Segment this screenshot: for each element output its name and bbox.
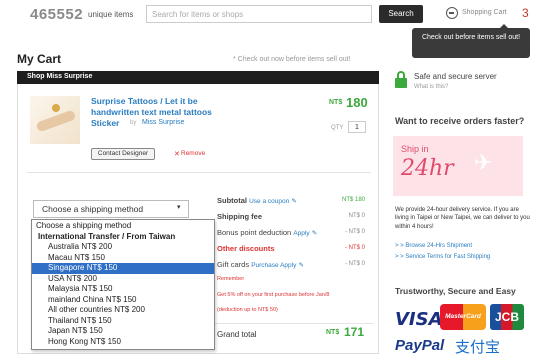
- jcb-logo: JCB: [490, 304, 524, 330]
- cart-icon[interactable]: [446, 7, 458, 19]
- bonus-apply-link[interactable]: Apply: [293, 230, 309, 237]
- shopping-cart-link[interactable]: Shopping Cart: [462, 9, 507, 16]
- mastercard-logo: MasterCard: [440, 304, 486, 330]
- gift-card-link[interactable]: Purchase Apply: [251, 262, 296, 269]
- shipping-method-select[interactable]: Choose a shipping method: [33, 200, 189, 218]
- search-button[interactable]: Search: [379, 5, 423, 23]
- product-thumbnail-detail: [52, 104, 60, 112]
- shipping-fee-value: NT$ 0: [348, 213, 365, 219]
- fast-shipping-terms-link[interactable]: > > Service Terms for Fast Shipping: [395, 254, 490, 260]
- shipping-fee-label: Shipping fee: [217, 212, 262, 221]
- shop-name-link[interactable]: Miss Surprise: [142, 119, 184, 126]
- shop-header-bar[interactable]: Shop Miss Surprise: [17, 71, 379, 84]
- remove-icon[interactable]: ✕: [174, 150, 180, 158]
- divider: [27, 172, 371, 173]
- promo-deduction: (deduction up to NT$ 50): [217, 307, 278, 313]
- gift-cards-label: Gift cards: [217, 260, 250, 269]
- dropdown-option[interactable]: All other countries NT$ 200: [32, 305, 214, 316]
- faster-orders-heading: Want to receive orders faster?: [395, 116, 525, 126]
- page-title: My Cart: [17, 52, 62, 66]
- by-label: by: [130, 120, 137, 126]
- remove-link[interactable]: Remove: [181, 150, 205, 157]
- dropdown-option[interactable]: Thailand NT$ 150: [32, 316, 214, 327]
- contact-designer-button[interactable]: Contact Designer: [91, 148, 155, 160]
- quantity-input[interactable]: 1: [348, 121, 366, 133]
- subtotal-value: NT$ 180: [341, 197, 365, 203]
- promo-first-purchase: Get 5% off on your first purchase before…: [217, 292, 330, 298]
- grand-total-value: 171: [344, 325, 365, 339]
- dropdown-option[interactable]: Malaysia NT$ 150: [32, 284, 214, 295]
- pencil-icon[interactable]: ✎: [312, 230, 317, 237]
- pencil-icon[interactable]: ✎: [298, 262, 303, 269]
- grand-total-label: Grand total: [217, 330, 257, 339]
- subtotal-row: Subtotal Use a coupon ✎: [217, 196, 297, 205]
- item-price: 180: [346, 95, 368, 110]
- banner-ship-in: Ship in: [401, 144, 429, 154]
- divider: [214, 323, 374, 324]
- dropdown-option[interactable]: Australia NT$ 200: [32, 242, 214, 253]
- qty-label: QTY: [331, 125, 344, 131]
- checkout-tooltip: Check out before items sell out!: [412, 24, 530, 58]
- paypal-logo: PayPal: [395, 337, 445, 354]
- lock-icon: [395, 78, 407, 88]
- cart-count-badge: 3: [522, 6, 529, 20]
- browse-24hr-link[interactable]: > > Browse 24-Hrs Shipment: [395, 243, 472, 249]
- bonus-row: Bonus point deduction Apply ✎: [217, 228, 317, 237]
- dropdown-option[interactable]: Japan NT$ 150: [32, 326, 214, 337]
- bonus-value: - NT$ 0: [344, 229, 365, 235]
- banner-24hr: 24hr: [401, 156, 454, 181]
- item-count-label: unique items: [88, 10, 134, 19]
- gift-cards-value: - NT$ 0: [344, 261, 365, 267]
- gift-cards-row: Gift cards Purchase Apply ✎: [217, 260, 304, 269]
- pencil-icon[interactable]: ✎: [291, 198, 296, 205]
- what-is-this-link[interactable]: What is this?: [414, 84, 448, 90]
- visa-logo: VISA: [395, 309, 443, 330]
- dropdown-option-selected[interactable]: Singapore NT$ 150: [32, 263, 214, 274]
- checkout-note: * Check out now before items sell out!: [233, 56, 351, 63]
- dropdown-option[interactable]: mainland China NT$ 150: [32, 295, 214, 306]
- dropdown-option[interactable]: Choose a shipping method: [32, 221, 214, 232]
- airplane-icon: ✈: [474, 150, 493, 175]
- alipay-logo: 支付宝: [455, 339, 501, 354]
- other-discounts-value: - NT$ 0: [344, 245, 365, 251]
- trust-heading: Trustworthy, Secure and Easy: [395, 286, 516, 296]
- grand-total-currency: NT$: [326, 329, 340, 336]
- dropdown-group-label: International Transfer / From Taiwan: [38, 231, 176, 241]
- promo-remember: Remember: [217, 276, 245, 282]
- dropdown-option[interactable]: Macau NT$ 150: [32, 253, 214, 264]
- price-currency: NT$: [329, 99, 343, 106]
- delivery-info-text: We provide 24-hour delivery service. If …: [395, 207, 530, 230]
- bonus-label: Bonus point deduction: [217, 228, 292, 237]
- search-input[interactable]: Search for items or shops: [146, 5, 372, 23]
- other-discounts-label: Other discounts: [217, 244, 275, 253]
- chevron-down-icon[interactable]: ▾: [177, 203, 181, 211]
- subtotal-label: Subtotal: [217, 196, 247, 205]
- dropdown-option[interactable]: USA NT$ 200: [32, 274, 214, 285]
- use-coupon-link[interactable]: Use a coupon: [249, 198, 289, 205]
- secure-server-title: Safe and secure server: [414, 72, 497, 81]
- dropdown-option[interactable]: Hong Kong NT$ 150: [32, 337, 214, 348]
- item-count: 465552: [30, 6, 84, 23]
